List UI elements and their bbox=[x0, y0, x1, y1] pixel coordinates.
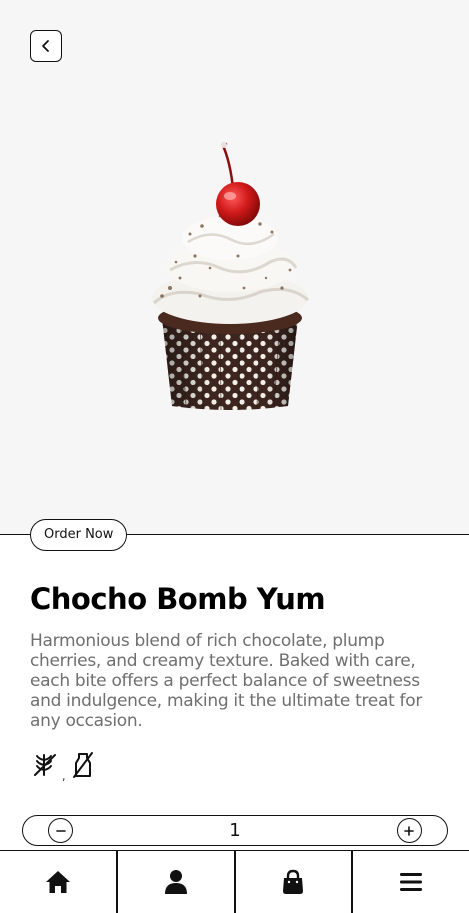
quantity-value: 1 bbox=[229, 820, 241, 841]
quantity-stepper: 1 bbox=[22, 815, 448, 846]
menu-icon bbox=[400, 873, 423, 891]
dietary-icons: , bbox=[32, 749, 96, 783]
home-icon bbox=[45, 871, 70, 893]
nav-bag[interactable] bbox=[236, 851, 354, 913]
chevron-left-icon bbox=[42, 40, 49, 52]
nav-profile[interactable] bbox=[118, 851, 236, 913]
cupcake-image bbox=[152, 142, 309, 411]
decrement-button[interactable] bbox=[48, 818, 73, 843]
nav-menu[interactable] bbox=[353, 851, 469, 913]
back-button[interactable] bbox=[30, 30, 62, 62]
dietary-separator: , bbox=[62, 769, 66, 783]
no-gluten-icon bbox=[34, 754, 56, 776]
product-description: Harmonious blend of rich chocolate, plum… bbox=[30, 631, 423, 731]
product-title: Chocho Bomb Yum bbox=[30, 582, 326, 616]
plus-icon bbox=[404, 825, 415, 836]
user-icon bbox=[164, 870, 187, 894]
nav-home[interactable] bbox=[0, 851, 118, 913]
minus-icon bbox=[55, 829, 66, 832]
shopping-bag-icon bbox=[283, 869, 304, 894]
product-hero bbox=[0, 0, 469, 535]
order-now-button[interactable]: Order Now bbox=[30, 519, 128, 551]
no-dairy-icon bbox=[72, 752, 93, 778]
bottom-nav bbox=[0, 850, 469, 913]
increment-button[interactable] bbox=[396, 818, 422, 843]
